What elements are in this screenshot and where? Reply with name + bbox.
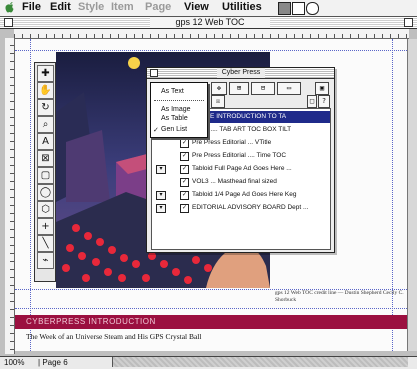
page-number[interactable]: | Page 6 [38,358,68,367]
credit-text: gps 12 Web TOC credit line — Dustin Shep… [275,290,404,303]
diagonal-line-tool-icon[interactable]: ╲ [37,235,54,252]
palette-tool-button[interactable]: ⊞ [229,82,249,95]
menu-bar: File Edit Style Item Page View Utilities [0,0,417,17]
include-checkbox[interactable]: ✓ [180,178,189,187]
oval-box-tool-icon[interactable]: ◯ [37,184,54,201]
document-title: gps 12 Web TOC [150,17,270,28]
zoom-box-icon[interactable] [404,18,413,27]
help-menu-icon[interactable] [306,2,319,15]
guide-line [30,39,31,351]
horizontal-scrollbar[interactable] [112,357,408,367]
palette-tool-button[interactable]: ▣ [315,82,329,95]
include-checkbox[interactable]: ✓ [180,165,189,174]
article-subtitle[interactable]: The Week of an Universe Steam and His GP… [26,332,201,341]
palette-option-button[interactable]: ☒ [211,95,225,108]
list-item-label: Tabloid 1/4 Page Ad Goes Here Keg [192,191,297,198]
close-box-icon[interactable] [4,18,13,27]
tool-palette: ✚ ✋ ↻ ⌕ A ⊠ ▢ ◯ ⬡ + ╲ ⌁ [34,62,56,282]
include-checkbox[interactable]: ✓ [180,204,189,213]
close-box-icon[interactable] [150,69,158,77]
palette-title: Cyber Press [217,68,265,78]
list-item-label: Pre Press Editorial .... Time TOC [192,152,287,159]
menu-style[interactable]: Style [78,1,104,13]
menu-file[interactable]: File [22,1,41,13]
menu-page[interactable]: Page [145,1,171,13]
menu-item-as-text[interactable]: As Text [161,88,184,95]
menu-item-as-table[interactable]: As Table [161,115,188,122]
extension-menu-icon[interactable] [278,2,291,15]
vertical-scrollbar[interactable] [407,39,417,351]
guide-line [392,39,393,351]
horizontal-ruler[interactable] [14,29,409,39]
palette-tool-button[interactable]: ✥ [211,82,227,95]
export-format-menu: As Text As Image As Table ✓ Gen List [150,82,208,138]
list-item-label: EDITORIAL ADVISORY BOARD Dept ... [192,204,309,211]
palette-tool-button[interactable]: ⊟ [251,82,275,95]
expand-toggle-icon[interactable]: ▾ [156,191,166,200]
list-item[interactable]: ▾ ✓ Tabloid 1/4 Page Ad Goes Here Keg [152,189,330,201]
list-item[interactable]: ▾ ✓ Tabloid Full Page Ad Goes Here ... [152,163,330,175]
list-item[interactable]: ▾ ✓ EDITORIAL ADVISORY BOARD Dept ... [152,202,330,214]
checkmark-icon: ✓ [153,127,159,134]
include-checkbox[interactable]: ✓ [180,152,189,161]
help-icon[interactable]: ? [318,95,330,108]
expand-toggle-icon[interactable]: ▾ [156,165,166,174]
list-item-label: VOL3 ... Masthead final sized [192,178,277,185]
menu-item-as-image[interactable]: As Image [161,106,191,113]
list-item-label: Pre Press Editorial ... VTitle [192,139,272,146]
menu-view[interactable]: View [184,1,209,13]
text-box-tool-icon[interactable]: A [37,133,54,150]
guide-line [15,50,407,51]
menu-item-gen-list[interactable]: Gen List [161,126,187,133]
include-checkbox[interactable]: ✓ [180,139,189,148]
expand-toggle-icon[interactable]: ▾ [156,204,166,213]
list-item[interactable]: ✓ VOL3 ... Masthead final sized [152,176,330,188]
apple-menu-icon[interactable] [4,1,16,13]
rotate-tool-icon[interactable]: ↻ [37,99,54,116]
guide-line [15,308,407,309]
palette-option-button[interactable]: □ [307,95,317,108]
palette-tool-button[interactable]: ▭ [277,82,301,95]
menu-item[interactable]: Item [111,1,134,13]
link-tool-icon[interactable]: ⌁ [37,252,54,269]
page-number-label: Page 6 [42,358,68,367]
polygon-box-tool-icon[interactable]: ⬡ [37,201,54,218]
grabber-tool-icon[interactable]: ✋ [37,82,54,99]
zoom-level[interactable]: 100% [4,358,24,367]
pointer-tool-icon[interactable]: ✚ [37,65,54,82]
list-item[interactable]: ✓ Pre Press Editorial .... Time TOC [152,150,330,162]
extension-menu-icon[interactable] [292,2,305,15]
list-item-label: Tabloid Full Page Ad Goes Here ... [192,165,292,172]
line-tool-icon[interactable]: + [37,218,54,235]
menu-utilities[interactable]: Utilities [222,1,262,13]
menu-edit[interactable]: Edit [50,1,71,13]
include-checkbox[interactable]: ✓ [180,191,189,200]
rounded-box-tool-icon[interactable]: ▢ [37,167,54,184]
list-item[interactable]: ✓ Pre Press Editorial ... VTitle [152,137,330,149]
section-heading[interactable]: CYBERPRESS INTRODUCTION [26,317,156,326]
picture-box-tool-icon[interactable]: ⊠ [37,150,54,167]
vertical-ruler[interactable] [5,38,15,354]
zoom-tool-icon[interactable]: ⌕ [37,116,54,133]
menu-separator [154,100,204,101]
